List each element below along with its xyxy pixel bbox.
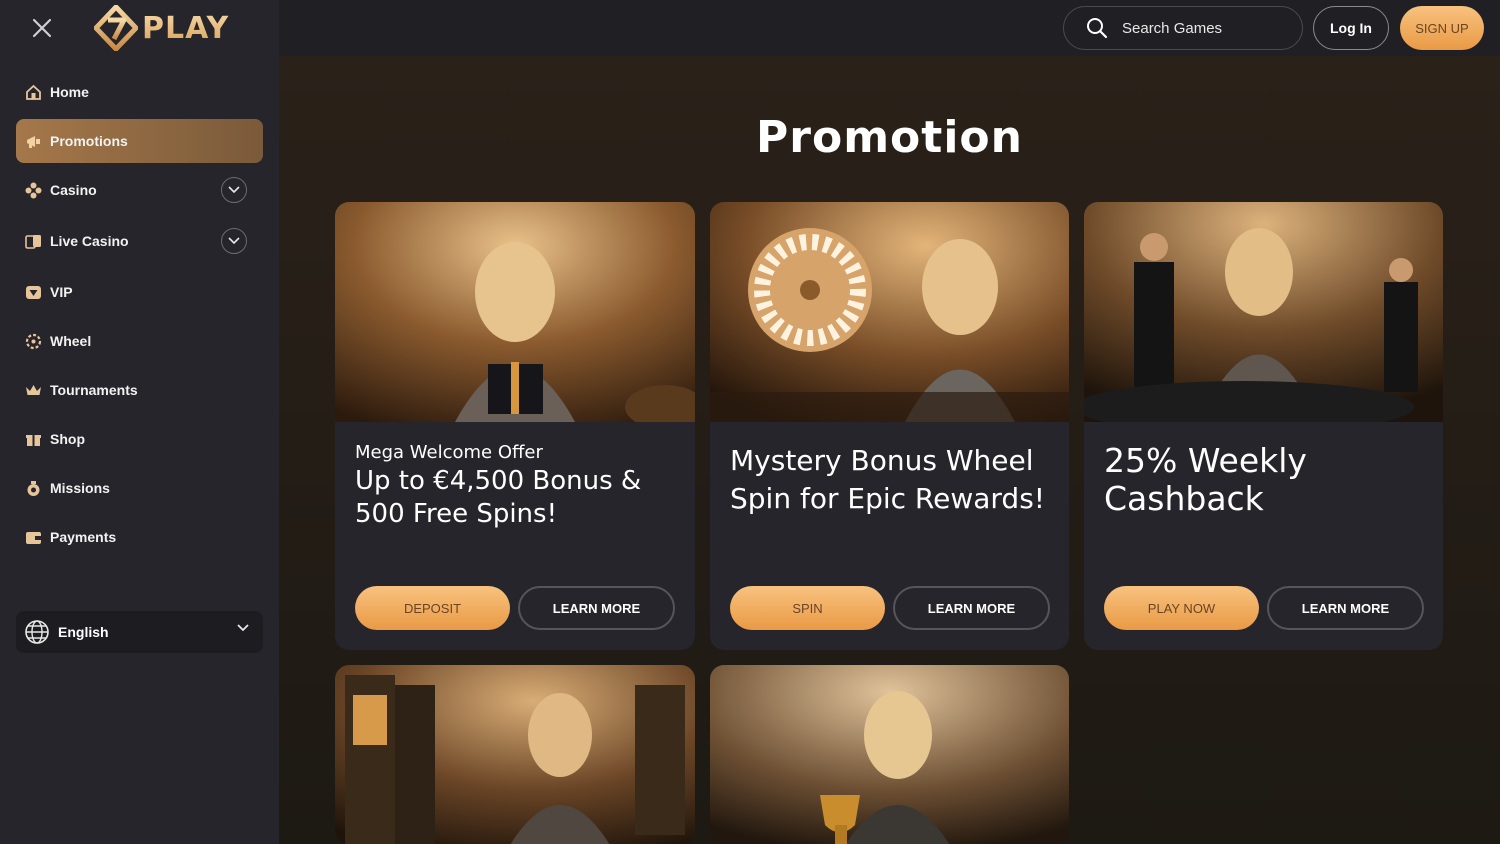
learn-more-button[interactable]: LEARN MORE bbox=[518, 586, 675, 630]
promo-headline: Mystery Bonus Wheel Spin for Epic Reward… bbox=[730, 444, 1045, 515]
live-cards-icon bbox=[24, 232, 42, 250]
learn-more-button[interactable]: LEARN MORE bbox=[1267, 586, 1424, 630]
gift-icon bbox=[24, 430, 42, 448]
sidebar-item-wheel[interactable]: Wheel bbox=[16, 319, 263, 363]
logo-mark-icon bbox=[94, 5, 138, 51]
diamond-icon bbox=[24, 283, 42, 301]
promo-subtitle: Mega Welcome Offer bbox=[355, 442, 543, 463]
promo-card-body: Mystery Bonus Wheel Spin for Epic Reward… bbox=[730, 442, 1049, 518]
search-icon bbox=[1087, 18, 1108, 39]
learn-more-button[interactable]: LEARN MORE bbox=[893, 586, 1050, 630]
chevron-down-icon bbox=[237, 624, 249, 632]
sidebar-nav: Home Promotions Casino Live Casino VIP W… bbox=[16, 70, 263, 564]
promo-card bbox=[335, 665, 695, 844]
deposit-button[interactable]: DEPOSIT bbox=[355, 586, 510, 630]
spin-button[interactable]: SPIN bbox=[730, 586, 885, 630]
sidebar-item-label: Home bbox=[50, 84, 89, 100]
sidebar-item-label: VIP bbox=[50, 284, 73, 300]
page-title: Promotion bbox=[756, 112, 1023, 163]
logo-text: PLAY bbox=[142, 10, 230, 46]
promo-card-body: 25% Weekly Cashback bbox=[1104, 442, 1423, 518]
promo-card bbox=[710, 665, 1069, 844]
sidebar-item-missions[interactable]: Missions bbox=[16, 466, 263, 510]
promo-card: Mystery Bonus Wheel Spin for Epic Reward… bbox=[710, 202, 1069, 650]
sidebar-item-label: Shop bbox=[50, 431, 85, 447]
cards-suit-icon bbox=[24, 181, 42, 199]
sidebar-item-vip[interactable]: VIP bbox=[16, 270, 263, 314]
promo-image-wheel bbox=[710, 202, 1069, 422]
sidebar-item-label: Payments bbox=[50, 529, 117, 545]
sidebar-item-promotions[interactable]: Promotions bbox=[16, 119, 263, 163]
signup-button[interactable]: SIGN UP bbox=[1400, 6, 1484, 50]
globe-icon bbox=[25, 620, 49, 644]
sidebar-item-label: Tournaments bbox=[50, 382, 138, 398]
promo-image-cashback bbox=[1084, 202, 1443, 422]
sidebar-item-label: Live Casino bbox=[50, 233, 129, 249]
sidebar-item-tournaments[interactable]: Tournaments bbox=[16, 368, 263, 412]
sidebar-item-casino[interactable]: Casino bbox=[16, 168, 263, 212]
chevron-down-icon[interactable] bbox=[221, 177, 247, 203]
close-icon[interactable] bbox=[28, 14, 56, 42]
sidebar: PLAY Home Promotions Casino Live Casino … bbox=[0, 0, 279, 844]
logo[interactable]: PLAY bbox=[94, 4, 229, 52]
sidebar-item-payments[interactable]: Payments bbox=[16, 515, 263, 559]
crown-icon bbox=[24, 381, 42, 399]
chevron-down-icon[interactable] bbox=[221, 228, 247, 254]
promo-headline: 25% Weekly Cashback bbox=[1104, 441, 1307, 518]
sidebar-item-label: Casino bbox=[50, 182, 97, 198]
missions-icon bbox=[24, 479, 42, 497]
promo-image-tournament bbox=[710, 665, 1069, 844]
sidebar-item-label: Wheel bbox=[50, 333, 92, 349]
sidebar-item-live-casino[interactable]: Live Casino bbox=[16, 217, 263, 265]
search-placeholder: Search Games bbox=[1122, 19, 1223, 37]
sidebar-item-label: Promotions bbox=[50, 133, 128, 149]
promo-card: Mega Welcome Offer Up to €4,500 Bonus & … bbox=[335, 202, 695, 650]
login-button[interactable]: Log In bbox=[1313, 6, 1389, 50]
language-selector[interactable]: English bbox=[16, 611, 263, 653]
megaphone-icon bbox=[24, 132, 42, 150]
promo-card-body: Mega Welcome Offer Up to €4,500 Bonus & … bbox=[355, 442, 675, 531]
promo-headline: Up to €4,500 Bonus & 500 Free Spins! bbox=[355, 466, 642, 529]
home-icon bbox=[24, 83, 42, 101]
sidebar-item-home[interactable]: Home bbox=[16, 70, 263, 114]
search-input[interactable]: Search Games bbox=[1063, 6, 1303, 50]
promo-image-welcome bbox=[335, 202, 695, 422]
language-label: English bbox=[58, 624, 109, 640]
top-bar: Search Games Log In SIGN UP bbox=[279, 0, 1500, 56]
sidebar-item-shop[interactable]: Shop bbox=[16, 417, 263, 461]
promo-card: 25% Weekly Cashback PLAY NOW LEARN MORE bbox=[1084, 202, 1443, 650]
promo-image-slots bbox=[335, 665, 695, 844]
main-content: Promotion Mega Welcome Offer Up to €4,50… bbox=[279, 56, 1500, 844]
wheel-icon bbox=[24, 332, 42, 350]
wallet-icon bbox=[24, 528, 42, 546]
sidebar-item-label: Missions bbox=[50, 480, 110, 496]
play-now-button[interactable]: PLAY NOW bbox=[1104, 586, 1259, 630]
